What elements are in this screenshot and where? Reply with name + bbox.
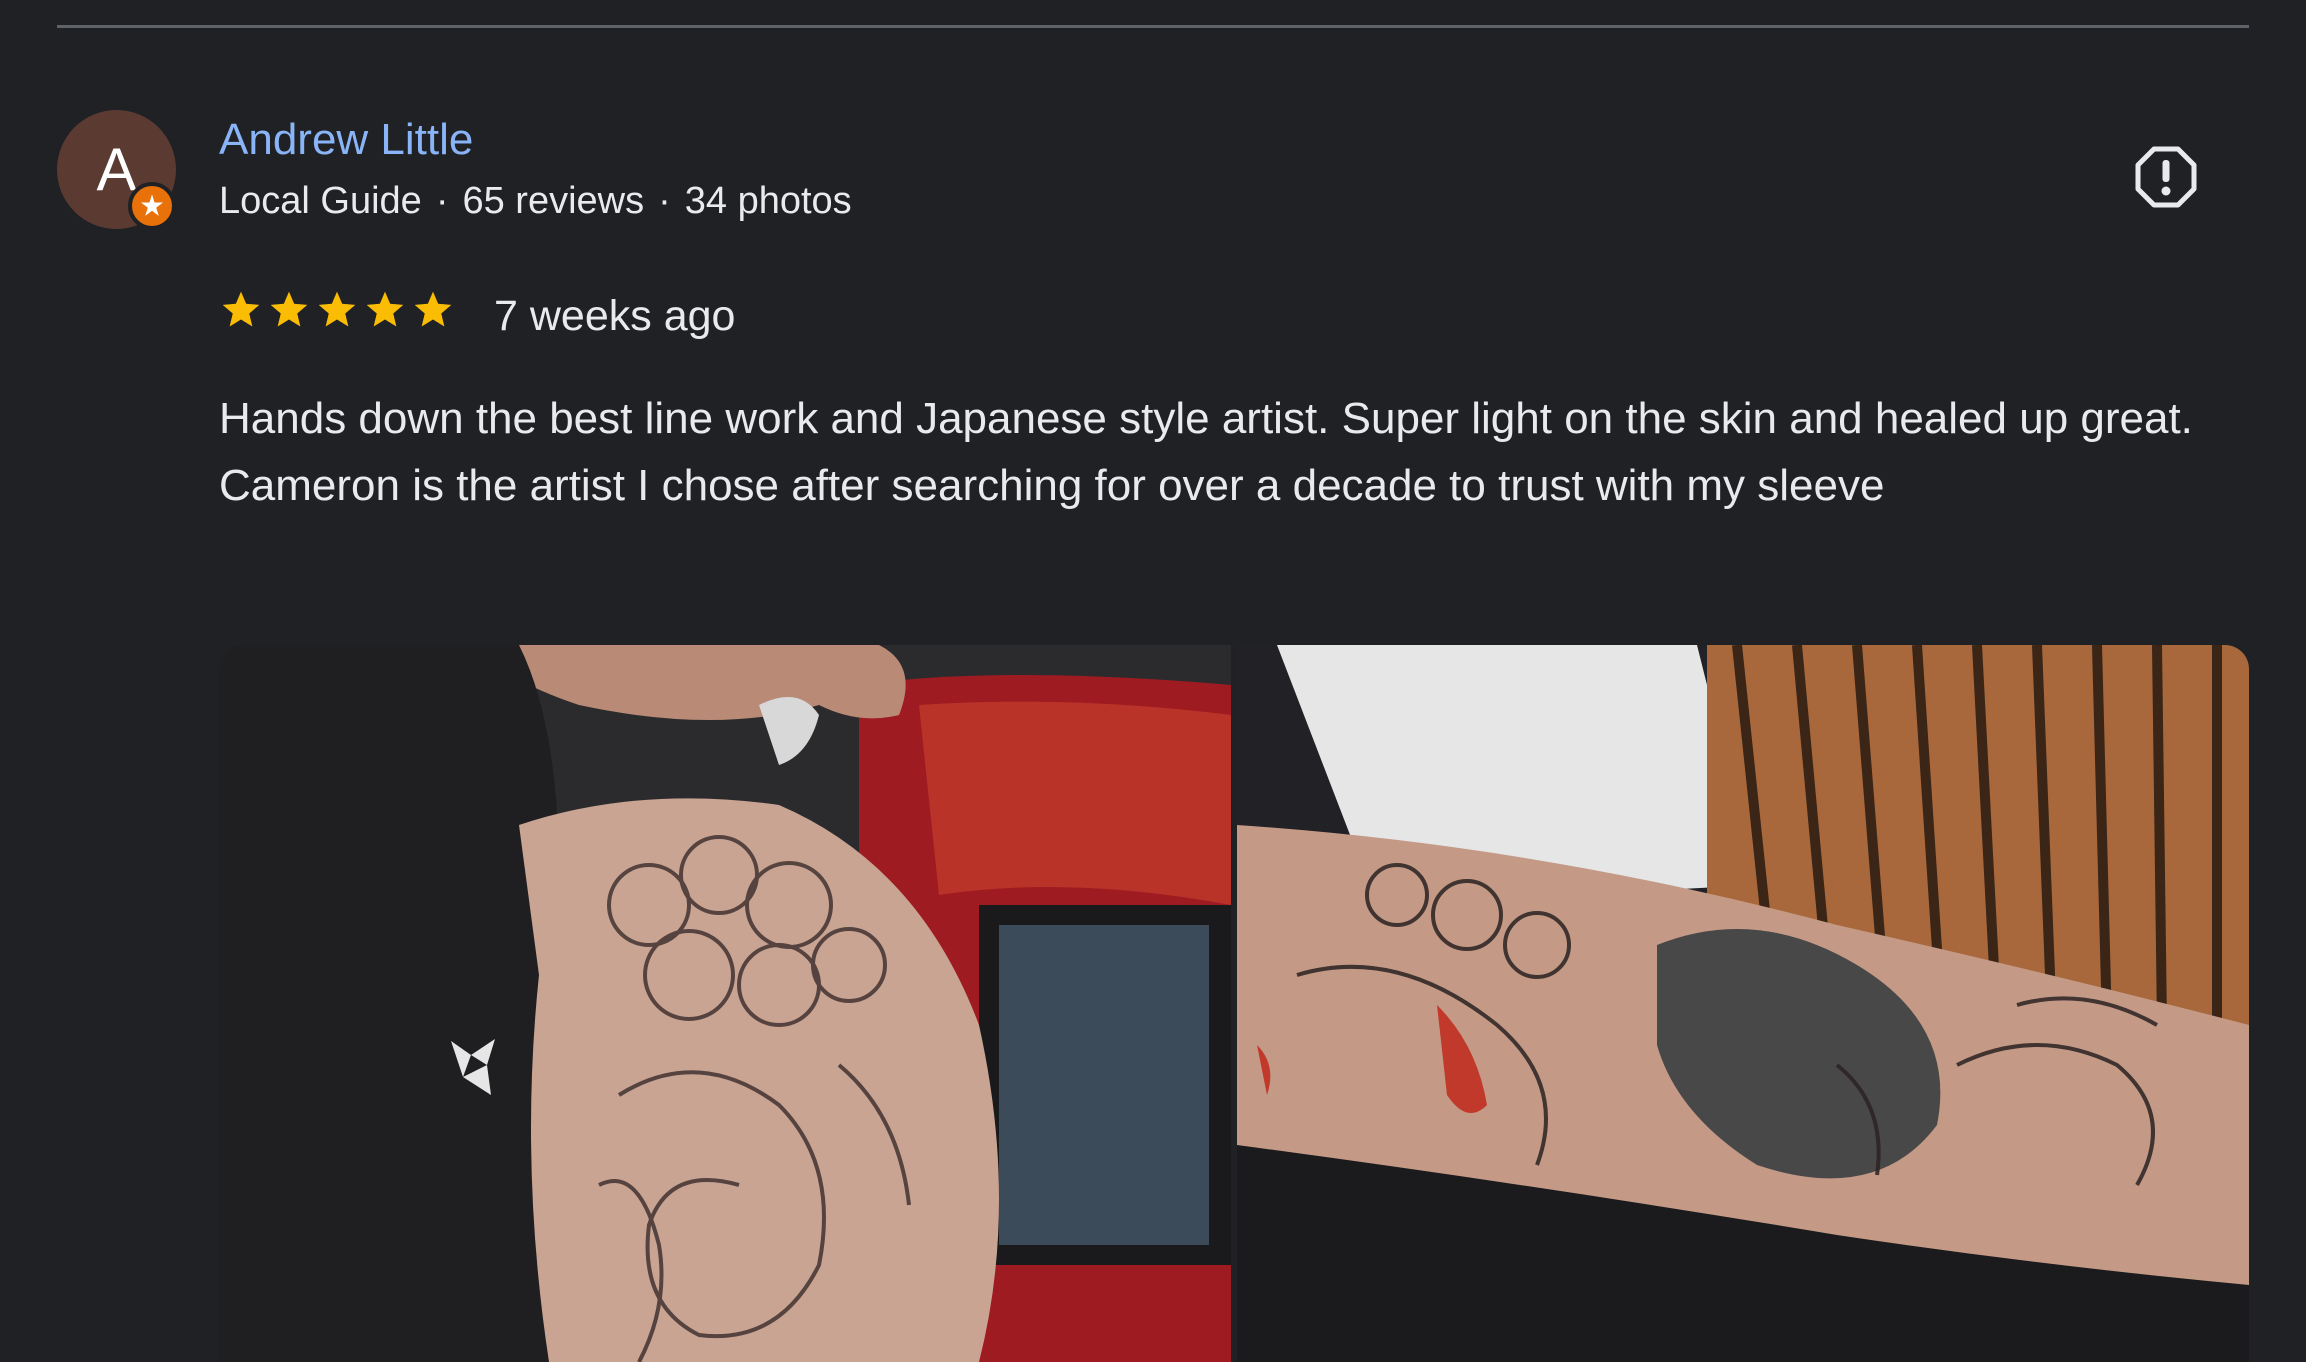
star-icon [318, 291, 356, 327]
reviewer-role: Local Guide [219, 180, 422, 222]
star-rating [219, 288, 455, 332]
star-icon [414, 291, 452, 327]
reviewer-name-link[interactable]: Andrew Little [219, 115, 473, 165]
section-divider [57, 25, 2249, 28]
reviewer-meta: Local Guide · 65 reviews · 34 photos [219, 180, 852, 223]
star-icon [222, 291, 260, 327]
review-photos [219, 645, 2249, 1362]
report-exclamation-icon[interactable] [2134, 145, 2198, 209]
star-icon [270, 291, 308, 327]
review-text: Hands down the best line work and Japane… [219, 394, 2193, 510]
shoulder-tattoo-photo[interactable] [219, 645, 1231, 1362]
meta-separator: · [658, 180, 671, 222]
local-guide-star-icon [128, 182, 176, 230]
meta-separator: · [435, 180, 449, 222]
star-icon [366, 291, 404, 327]
review-timestamp: 7 weeks ago [494, 292, 736, 340]
reviews-count: 65 reviews [462, 180, 645, 222]
arm-sleeve-tattoo-photo[interactable] [1237, 645, 2249, 1362]
photos-count: 34 photos [684, 180, 852, 222]
